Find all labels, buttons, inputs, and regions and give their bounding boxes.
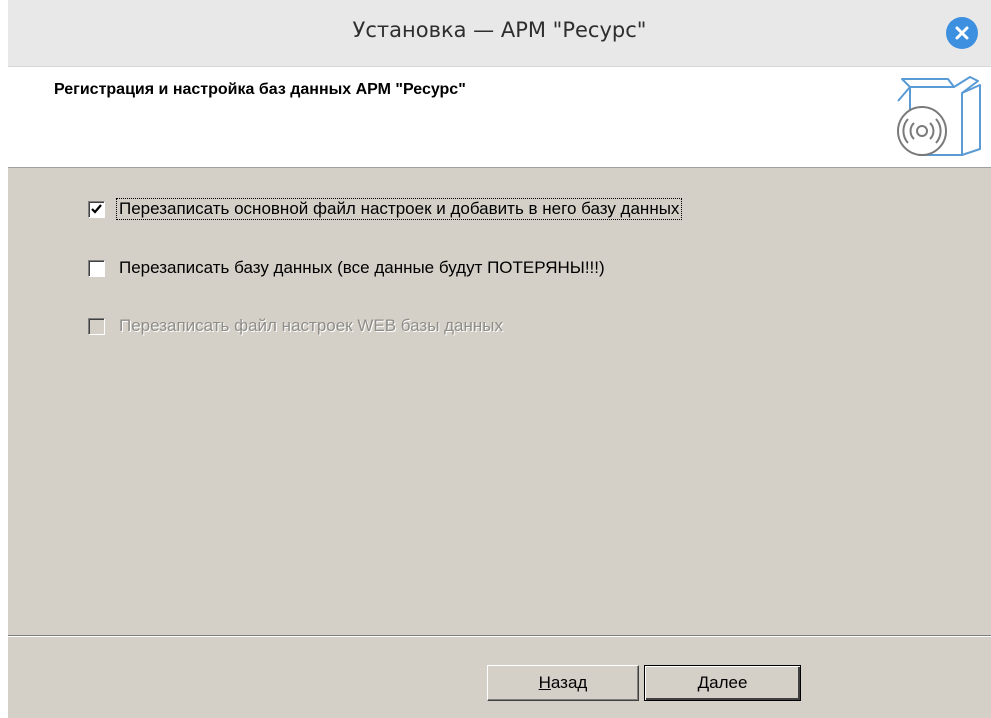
next-button-mnemonic: Д: [697, 673, 710, 692]
close-button[interactable]: [946, 17, 978, 49]
window-title: Установка — АРМ "Ресурс": [352, 18, 647, 42]
checkbox-overwrite-settings[interactable]: [88, 200, 105, 218]
page-title: Регистрация и настройка баз данных АРМ "…: [54, 81, 466, 98]
checkbox-overwrite-web-settings: [88, 317, 105, 335]
wizard-header: Регистрация и настройка баз данных АРМ "…: [8, 67, 991, 168]
close-icon: [955, 26, 969, 40]
installer-box-disc-icon: [897, 76, 981, 156]
option-overwrite-settings[interactable]: Перезаписать основной файл настроек и до…: [88, 198, 683, 220]
back-button-label: азад: [550, 673, 588, 692]
option-label: Перезаписать файл настроек WEB базы данн…: [119, 316, 504, 335]
option-overwrite-web-settings: Перезаписать файл настроек WEB базы данн…: [88, 316, 505, 336]
option-label: Перезаписать основной файл настроек и до…: [115, 198, 683, 220]
checkmark-icon: [91, 203, 102, 214]
checkbox-overwrite-database[interactable]: [88, 259, 105, 277]
footer-separator: [8, 635, 991, 637]
options-panel: Перезаписать основной файл настроек и до…: [8, 168, 991, 634]
window-left-edge: [0, 0, 8, 718]
option-overwrite-database[interactable]: Перезаписать базу данных (все данные буд…: [88, 258, 607, 278]
next-button-label: алее: [709, 673, 748, 692]
back-button[interactable]: Назад: [487, 665, 639, 701]
option-label: Перезаписать базу данных (все данные буд…: [119, 258, 605, 277]
next-button[interactable]: Далее: [644, 665, 801, 701]
titlebar[interactable]: Установка — АРМ "Ресурс": [8, 0, 991, 67]
installer-window: Установка — АРМ "Ресурс" Регистрация и н…: [0, 0, 991, 718]
back-button-mnemonic: Н: [538, 673, 551, 692]
